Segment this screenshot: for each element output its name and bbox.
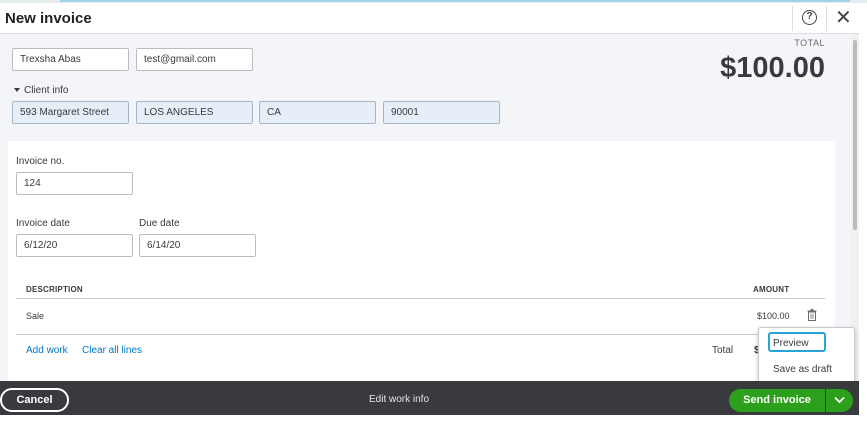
due-date-field[interactable]: 6/14/20 [139, 234, 256, 257]
customer-name-field[interactable]: Trexsha Abas [12, 48, 129, 71]
total-row-label: Total [712, 345, 734, 356]
line-item-description[interactable]: Sale [26, 311, 44, 321]
state-field[interactable]: CA [259, 101, 376, 124]
invoice-date-label: Invoice date [16, 218, 70, 229]
client-info-label: Client info [24, 85, 69, 96]
edit-work-info-link[interactable]: Edit work info [369, 394, 429, 405]
column-header-amount: AMOUNT [753, 285, 790, 294]
send-options-dropdown[interactable] [826, 389, 853, 412]
invoice-number-field[interactable]: 124 [16, 172, 133, 195]
save-as-draft-menu-item[interactable]: Save as draft [773, 364, 832, 375]
cancel-button[interactable]: Cancel [0, 388, 69, 412]
dialog-header: New invoice ? ✕ [0, 3, 859, 34]
customer-email-field[interactable]: test@gmail.com [136, 48, 253, 71]
top-accent-highlight [60, 0, 850, 2]
column-header-description: DESCRIPTION [26, 285, 83, 294]
close-icon[interactable]: ✕ [835, 6, 852, 30]
total-amount: $100.00 [720, 52, 825, 84]
preview-highlight [768, 332, 826, 352]
help-icon[interactable]: ? [802, 10, 817, 25]
table-header-divider [16, 298, 825, 299]
city-field[interactable]: LOS ANGELES [136, 101, 253, 124]
line-item-amount[interactable]: $100.00 [757, 311, 790, 321]
add-work-link[interactable]: Add work [26, 345, 68, 356]
client-info-toggle[interactable]: Client info [14, 85, 68, 96]
zip-field[interactable]: 90001 [383, 101, 500, 124]
header-divider [826, 6, 827, 31]
total-label: TOTAL [794, 38, 825, 48]
caret-down-icon [14, 88, 20, 93]
invoice-date-field[interactable]: 6/12/20 [16, 234, 133, 257]
chevron-down-icon [834, 396, 845, 404]
send-invoice-button[interactable]: Send invoice [729, 389, 825, 412]
invoice-number-label: Invoice no. [16, 156, 65, 167]
clear-all-lines-link[interactable]: Clear all lines [82, 345, 142, 356]
header-divider [792, 6, 793, 31]
scrollbar-thumb[interactable] [853, 40, 857, 230]
page-title: New invoice [5, 10, 92, 27]
page-bottom-margin [0, 415, 867, 428]
due-date-label: Due date [139, 218, 180, 229]
street-address-field[interactable]: 593 Margaret Street [12, 101, 129, 124]
table-row-divider [16, 334, 825, 335]
trash-icon[interactable] [807, 309, 817, 321]
